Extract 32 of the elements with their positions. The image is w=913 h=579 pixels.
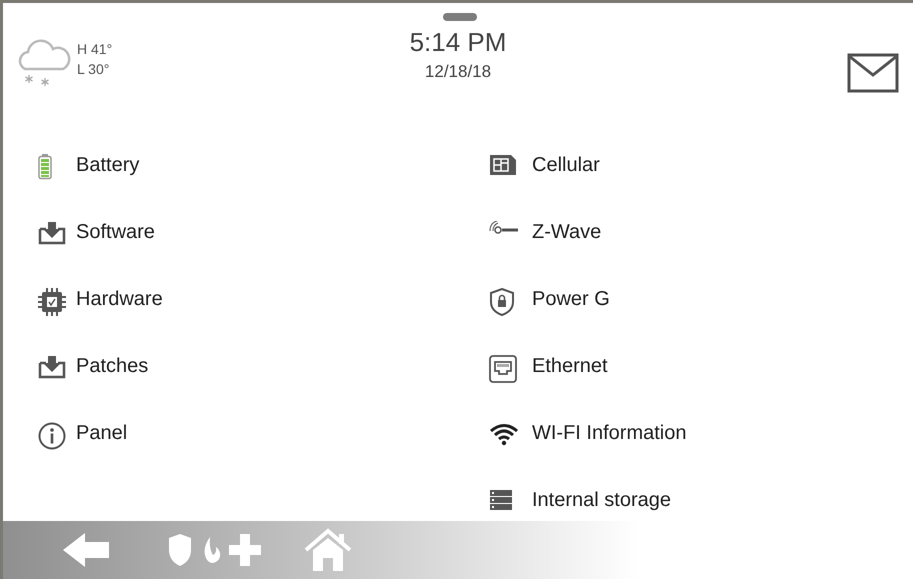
wifi-icon	[489, 422, 519, 446]
menu-item[interactable]: Internal storage	[532, 487, 671, 513]
back-arrow-icon[interactable]	[61, 530, 111, 570]
info-icon	[38, 422, 66, 450]
battery-icon	[38, 154, 52, 180]
menu-item[interactable]: Software	[76, 219, 155, 245]
low-temperature: L 30°	[77, 60, 110, 79]
menu-item[interactable]: Power G	[532, 286, 610, 312]
ethernet-port-icon	[489, 355, 517, 383]
shield-lock-icon	[489, 288, 515, 316]
menu-item[interactable]: Hardware	[76, 286, 163, 312]
menu-item[interactable]: Panel	[76, 420, 128, 446]
menu-item[interactable]: WI-FI Information	[532, 420, 686, 446]
wave-logo-icon	[489, 221, 519, 235]
high-temperature: H 41°	[77, 40, 112, 59]
mail-icon[interactable]	[847, 53, 899, 93]
menu-item[interactable]: Z-Wave	[532, 219, 602, 245]
download-tray-icon	[38, 221, 66, 245]
download-tray-icon	[38, 355, 66, 379]
date: 12/18/18	[424, 61, 492, 83]
chip-icon	[38, 288, 66, 316]
storage-icon	[489, 489, 513, 511]
menu-item[interactable]: Battery	[76, 152, 140, 178]
plus-icon[interactable]	[229, 534, 261, 566]
shield-icon[interactable]	[167, 532, 193, 568]
home-icon[interactable]	[303, 528, 353, 572]
menu-item[interactable]: Patches	[76, 353, 148, 379]
menu-item[interactable]: Ethernet	[532, 353, 608, 379]
sim-card-icon	[489, 154, 517, 176]
clock-time: 5:14 PM	[410, 26, 506, 59]
drag-handle[interactable]	[443, 13, 477, 21]
menu-item[interactable]: Cellular	[532, 152, 600, 178]
